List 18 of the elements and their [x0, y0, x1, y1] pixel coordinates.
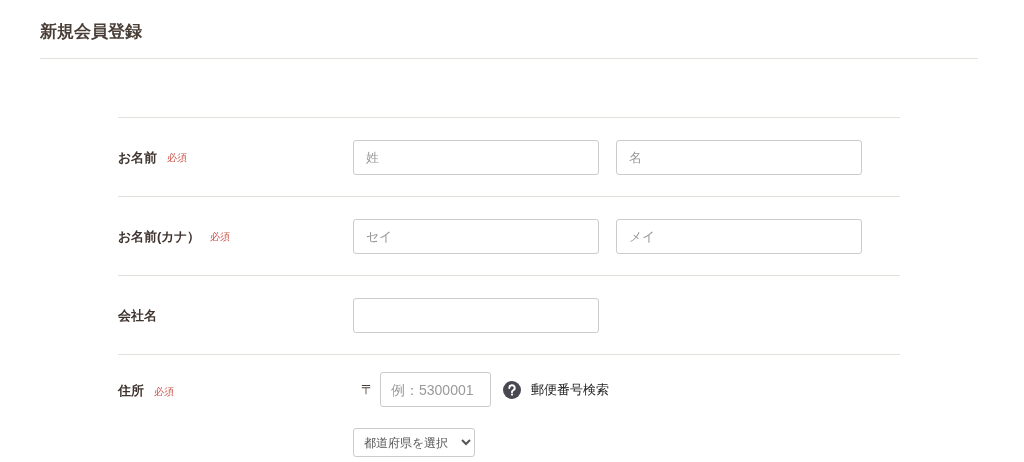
postal-code-input[interactable]: 例：5300001 [380, 372, 491, 408]
postal-lookup-link[interactable]: 郵便番号検索 [531, 380, 609, 400]
required-label: 必須 [154, 384, 174, 399]
field-label: お名前(カナ） [118, 227, 201, 246]
text-input[interactable]: 姓 [353, 139, 599, 175]
postal-mark: 〒 [361, 381, 374, 400]
text-input[interactable]: 名 [616, 139, 862, 175]
field-label: 会社名 [118, 306, 157, 325]
text-input[interactable]: セイ [353, 218, 599, 254]
text-input[interactable] [353, 297, 599, 333]
page-title: 新規会員登録 [40, 21, 142, 43]
required-label: 必須 [210, 229, 231, 244]
help-icon[interactable] [503, 380, 521, 399]
prefecture-select[interactable]: 都道府県を選択 [353, 428, 475, 458]
field-label: お名前 [118, 148, 157, 167]
required-label: 必須 [167, 150, 187, 165]
text-input[interactable]: メイ [616, 218, 862, 254]
field-label: 住所 [118, 382, 144, 401]
